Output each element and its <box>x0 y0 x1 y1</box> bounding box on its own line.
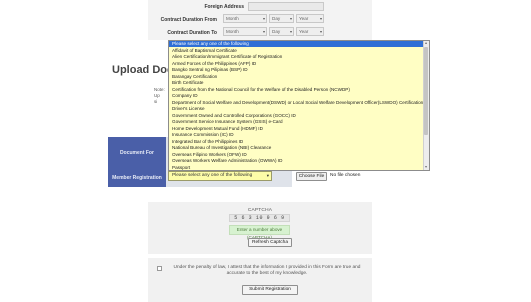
contract-to-label: Contract Duration To <box>167 30 217 36</box>
dropdown-option[interactable]: National Bureau of Investigation (NBI) C… <box>169 145 424 151</box>
choose-file-button[interactable]: Choose File <box>296 172 327 181</box>
chevron-down-icon: ▾ <box>289 29 292 34</box>
dropdown-option[interactable]: Overseas Workers Welfare Administration … <box>169 158 424 164</box>
dropdown-option[interactable]: Please select any one of the following <box>169 41 424 47</box>
document-type-select[interactable]: Please select any one of the following ▾ <box>168 171 272 181</box>
attestation-checkbox[interactable] <box>157 266 162 271</box>
chevron-down-icon: ▾ <box>262 29 265 34</box>
dropdown-option[interactable]: Birth Certificate <box>169 80 424 86</box>
captcha-title: CAPTCHA <box>247 208 273 213</box>
chevron-down-icon: ▾ <box>266 173 269 178</box>
contract-to-day-select[interactable]: Day ▾ <box>269 27 294 36</box>
captcha-input[interactable]: Enter a number above (CAPTCHA) <box>229 225 290 240</box>
foreign-address-input[interactable] <box>248 2 324 11</box>
dropdown-option[interactable]: Driver's License <box>169 106 424 112</box>
dropdown-option[interactable]: Government Owned and Controlled Corporat… <box>169 113 424 119</box>
dropdown-option[interactable]: Company ID <box>169 93 424 99</box>
contract-to-month-value: Month <box>226 29 239 34</box>
dropdown-option[interactable]: Department of Social Welfare and Develop… <box>169 100 424 106</box>
contract-to-day-value: Day <box>272 29 281 34</box>
contract-from-month-value: Month <box>226 16 239 21</box>
dropdown-option[interactable]: Armed Forces of the Philippines (AFP) ID <box>169 61 424 67</box>
dropdown-option[interactable]: Integrated Bar of the Philippines ID <box>169 139 424 145</box>
dropdown-option[interactable]: Government Service Insurance System (GSI… <box>169 119 424 125</box>
contract-from-year-value: Year <box>299 16 309 21</box>
scrollbar-thumb[interactable] <box>424 47 428 135</box>
dropdown-option[interactable]: Passport <box>169 165 424 171</box>
chevron-down-icon: ▾ <box>319 16 322 21</box>
contract-from-day-value: Day <box>272 16 281 21</box>
contract-to-year-select[interactable]: Year ▾ <box>296 27 324 36</box>
document-type-select-value: Please select any one of the following <box>172 173 253 178</box>
dropdown-option[interactable]: Alien Certification/Immigrant Certificat… <box>169 54 424 60</box>
contract-from-month-select[interactable]: Month ▾ <box>223 14 267 23</box>
scroll-down-arrow-icon[interactable]: ▼ <box>424 165 428 170</box>
dropdown-option[interactable]: Home Development Mutual Fund (HDMF) ID <box>169 126 424 132</box>
dropdown-option[interactable]: Overseas Filipino Workers (OFW) ID <box>169 152 424 158</box>
no-file-chosen-text: No file chosen <box>330 173 361 178</box>
dropdown-option[interactable]: Barangay Certification <box>169 74 424 80</box>
registration-page: Foreign Address Contract Duration From M… <box>0 0 531 302</box>
upload-documents-heading: Upload Doc <box>112 64 174 76</box>
contract-from-year-select[interactable]: Year ▾ <box>296 14 324 23</box>
submit-registration-button[interactable]: Submit Registration <box>242 285 298 295</box>
document-type-dropdown-list[interactable]: Please select any one of the following Af… <box>168 40 430 171</box>
contract-to-month-select[interactable]: Month ▾ <box>223 27 267 36</box>
contract-from-label: Contract Duration From <box>160 17 217 23</box>
dropdown-option[interactable]: Bangko Sentral ng Pilipinas (BSP) ID <box>169 67 424 73</box>
refresh-captcha-button[interactable]: Refresh Captcha <box>248 238 292 247</box>
captcha-code: 5 6 3 10 9 6 9 <box>229 214 290 222</box>
document-for-label: Document For <box>120 150 154 156</box>
chevron-down-icon: ▾ <box>319 29 322 34</box>
dropdown-option[interactable]: Insurance Commission (IC) ID <box>169 132 424 138</box>
dropdown-scrollbar[interactable]: ▲ ▼ <box>423 41 429 170</box>
dropdown-option[interactable]: Certification from the National Council … <box>169 87 424 93</box>
foreign-address-label: Foreign Address <box>204 4 244 10</box>
chevron-down-icon: ▾ <box>262 16 265 21</box>
contract-to-year-value: Year <box>299 29 309 34</box>
member-registration-label: Member Registration <box>112 175 162 181</box>
contract-from-day-select[interactable]: Day ▾ <box>269 14 294 23</box>
chevron-down-icon: ▾ <box>289 16 292 21</box>
attestation-text: Under the penalty of law, I attest that … <box>173 265 361 277</box>
dropdown-option[interactable]: Affidavit of Baptismal Certificate <box>169 48 424 54</box>
scroll-up-arrow-icon[interactable]: ▲ <box>424 41 428 46</box>
